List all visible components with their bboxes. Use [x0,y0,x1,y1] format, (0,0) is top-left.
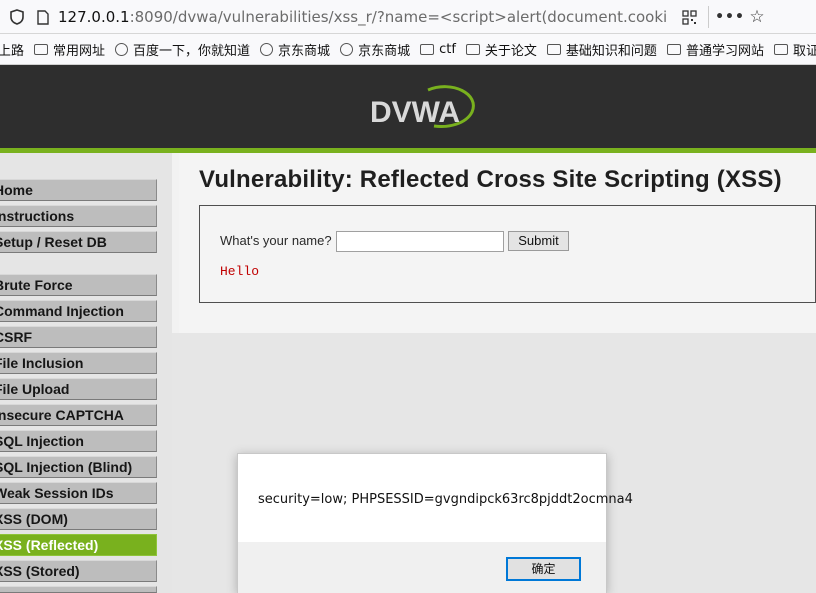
page-icon[interactable] [34,8,52,26]
logo-text: DVWA [370,96,460,129]
globe-icon [115,42,129,56]
folder-icon [420,43,435,55]
address-bar[interactable]: 127.0.0.1:8090/dvwa/vulnerabilities/xss_… [58,8,668,26]
bookmark-label: 基础知识和问题 [565,43,657,59]
folder-icon [546,43,561,55]
nav-xss-stored[interactable]: XSS (Stored) [0,560,157,582]
alert-footer: 确定 [238,542,606,593]
nav-brute-force[interactable]: Brute Force [0,274,157,296]
nav-instructions[interactable]: Instructions [0,205,157,227]
nav-label: File Inclusion [0,355,84,371]
bookmark-label: 京东商城 [278,43,331,59]
bookmark-item[interactable]: 上路 [0,40,24,59]
folder-icon [773,43,788,55]
bookmark-item[interactable]: ctf [420,42,456,57]
bookmark-item[interactable]: 京东商城 [340,40,410,59]
bookmark-item[interactable]: 常用网址 [34,40,105,59]
bookmark-label: 常用网址 [53,43,106,59]
bookmark-item[interactable]: 普通学习网站 [666,40,764,59]
nav-csrf[interactable]: CSRF [0,326,157,348]
name-label: What's your name? [220,233,332,248]
nav-command-injection[interactable]: Command Injection [0,300,157,322]
folder-icon [465,43,480,55]
bookmarks-bar: 上路 常用网址 百度一下，你就知道 京东商城 京东商城 ctf 关于论文 基础知… [0,34,816,65]
nav-label: XSS (Reflected) [0,537,99,553]
nav-label: Brute Force [0,277,73,293]
bookmark-item[interactable]: 京东商城 [260,40,330,59]
bookmark-label: 上路 [0,43,25,59]
dvwa-logo: DVWA [370,85,475,129]
nav-label: Weak Session IDs [0,485,114,501]
folder-icon [34,43,49,55]
nav-label: File Upload [0,381,70,397]
browser-toolbar: 127.0.0.1:8090/dvwa/vulnerabilities/xss_… [0,0,816,34]
nav-setup[interactable]: Setup / Reset DB [0,231,157,253]
star-icon[interactable]: ☆ [748,7,766,27]
alert-dialog: security=low; PHPSESSID=gvgndipck63rc8pj… [237,453,633,593]
bookmark-label: 取证 [792,43,816,59]
folder-icon [666,43,681,55]
bookmark-item[interactable]: 百度一下，你就知道 [115,40,250,59]
nav-label: XSS (DOM) [0,511,68,527]
nav-sql-injection-blind[interactable]: SQL Injection (Blind) [0,456,157,478]
url-host: 127.0.0.1 [58,8,130,26]
nav-xss-dom[interactable]: XSS (DOM) [0,508,157,530]
output-text: Hello [220,264,260,279]
bookmark-label: 普通学习网站 [685,43,764,59]
nav-label: SQL Injection [0,433,84,449]
nav-file-inclusion[interactable]: File Inclusion [0,352,157,374]
shield-icon[interactable] [8,8,26,26]
bookmark-item[interactable]: 关于论文 [465,40,537,59]
name-input[interactable] [336,231,504,252]
page-title: Vulnerability: Reflected Cross Site Scri… [199,166,782,193]
nav-label: Setup / Reset DB [0,234,107,250]
nav-insecure-captcha[interactable]: Insecure CAPTCHA [0,404,157,426]
nav-file-upload[interactable]: File Upload [0,378,157,400]
ok-button[interactable]: 确定 [506,557,581,581]
bookmark-item[interactable]: 取证 [773,40,816,59]
nav-sql-injection[interactable]: SQL Injection [0,430,157,452]
nav-label: Home [0,182,33,198]
toolbar-divider [708,6,709,28]
nav-label: Command Injection [0,303,124,319]
bookmark-label: 京东商城 [358,43,411,59]
globe-icon [260,42,274,56]
nav-label: CSRF [0,329,33,345]
alert-message: security=low; PHPSESSID=gvgndipck63rc8pj… [258,492,633,507]
submit-button[interactable]: Submit [508,231,569,251]
vulnerable-code-area [199,205,816,303]
site-header: DVWA [0,66,816,148]
nav-weak-session-ids[interactable]: Weak Session IDs [0,482,157,504]
nav-label: Insecure CAPTCHA [0,407,124,423]
bookmark-label: 关于论文 [484,43,537,59]
url-path: :8090/dvwa/vulnerabilities/xss_r/?name=<… [129,8,668,26]
bookmark-label: ctf [439,41,456,57]
qr-code-icon[interactable] [680,8,698,26]
nav-item-partial[interactable] [0,586,157,593]
nav-home[interactable]: Home [0,179,157,201]
nav-xss-reflected[interactable]: XSS (Reflected) [0,534,157,556]
bookmark-label: 百度一下，你就知道 [133,43,251,59]
nav-label: SQL Injection (Blind) [0,459,133,475]
nav-label: Instructions [0,208,75,224]
more-icon[interactable]: ••• [715,8,744,26]
bookmark-item[interactable]: 基础知识和问题 [546,40,657,59]
nav-label: XSS (Stored) [0,563,80,579]
globe-icon [340,42,354,56]
